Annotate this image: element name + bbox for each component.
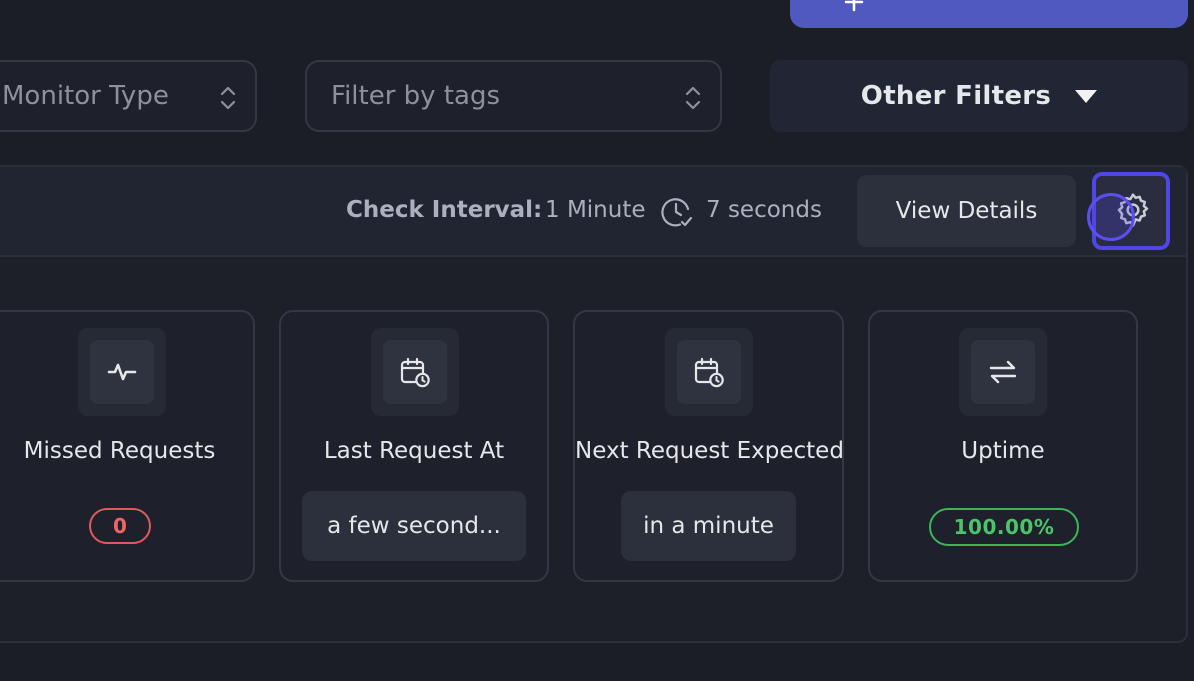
stat-label: Last Request At bbox=[323, 438, 505, 464]
arrows-exchange-icon bbox=[989, 360, 1017, 384]
monitor-type-select[interactable]: Monitor Type bbox=[0, 60, 257, 132]
stat-icon-box bbox=[959, 328, 1047, 416]
uptime-badge: 100.00% bbox=[929, 508, 1079, 546]
check-interval-value: 1 Minute bbox=[545, 197, 646, 223]
add-icon bbox=[844, 0, 864, 12]
calendar-clock-icon bbox=[694, 357, 724, 388]
tags-filter-select[interactable]: Filter by tags bbox=[305, 60, 722, 132]
other-filters-button[interactable]: Other Filters bbox=[770, 60, 1188, 132]
activity-icon bbox=[107, 363, 137, 381]
monitor-card-header: Check Interval: 1 Minute 7 seconds View … bbox=[0, 167, 1186, 257]
stat-label: Missed Requests bbox=[23, 438, 216, 464]
check-interval-label: Check Interval: bbox=[346, 197, 543, 223]
other-filters-label: Other Filters bbox=[860, 81, 1052, 111]
stat-label: Next Request Expected bbox=[575, 438, 844, 464]
view-details-button[interactable]: View Details bbox=[857, 175, 1076, 247]
stat-icon-box bbox=[78, 328, 166, 416]
last-request-value: a few second... bbox=[302, 491, 526, 561]
next-request-value: in a minute bbox=[621, 491, 796, 561]
missed-requests-badge: 0 bbox=[89, 508, 151, 544]
calendar-clock-icon bbox=[400, 357, 430, 388]
clock-check-icon bbox=[661, 198, 693, 227]
next-check-countdown: 7 seconds bbox=[706, 197, 822, 223]
stat-card-last-request: Last Request At a few second... bbox=[279, 310, 549, 582]
monitor-type-placeholder: Monitor Type bbox=[2, 81, 169, 111]
stat-icon-box bbox=[371, 328, 459, 416]
stat-card-missed-requests: Missed Requests 0 bbox=[0, 310, 255, 582]
cursor-highlight bbox=[1087, 193, 1135, 241]
chevron-up-down-icon bbox=[220, 86, 236, 110]
stat-card-next-request: Next Request Expected in a minute bbox=[573, 310, 844, 582]
create-monitor-button[interactable] bbox=[790, 0, 1188, 28]
app-root: Monitor Type Filter by tags Other Filter… bbox=[0, 0, 1194, 681]
tags-filter-placeholder: Filter by tags bbox=[331, 81, 500, 111]
stat-label: Uptime bbox=[961, 438, 1045, 464]
stat-card-uptime: Uptime 100.00% bbox=[868, 310, 1138, 582]
caret-down-icon bbox=[1075, 89, 1098, 103]
stat-icon-box bbox=[665, 328, 753, 416]
chevron-up-down-icon bbox=[685, 86, 701, 110]
